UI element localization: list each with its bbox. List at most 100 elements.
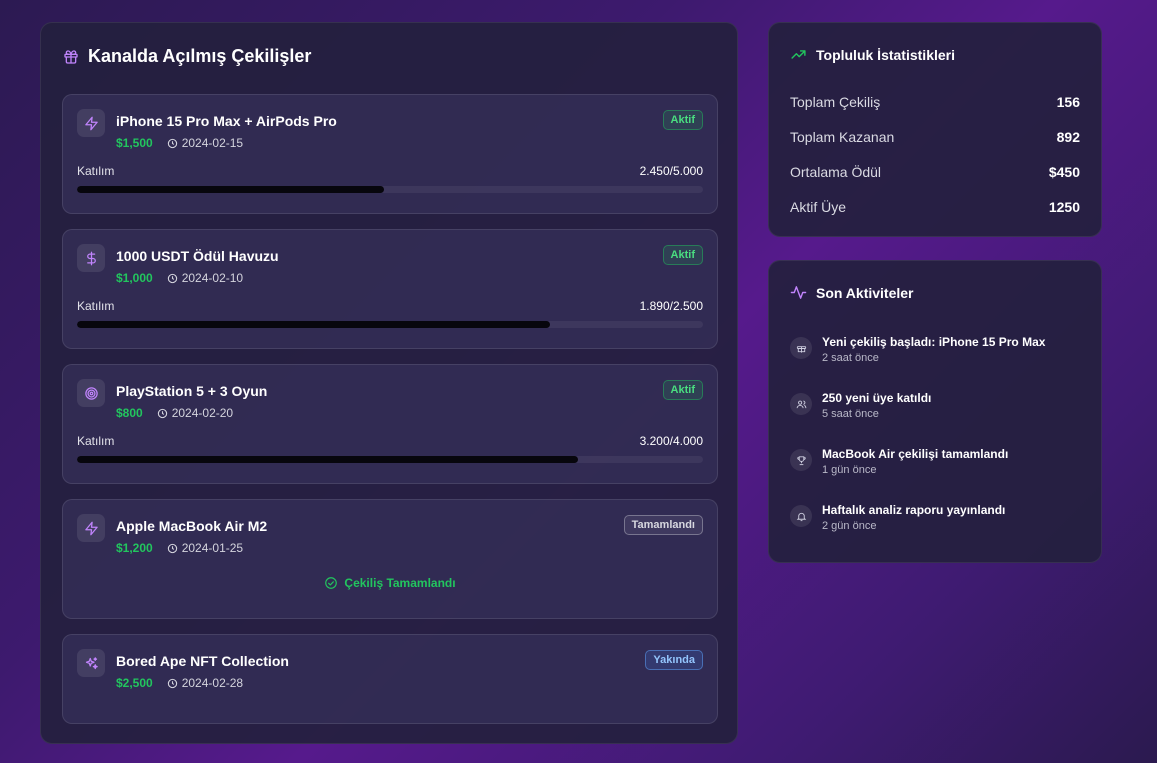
completed-indicator: Çekiliş Tamamlandı (63, 576, 717, 590)
activities-title: Son Aktiviteler (816, 284, 914, 301)
activity-item[interactable]: MacBook Air çekilişi tamamlandı 1 gün ön… (790, 447, 1080, 476)
giveaway-card[interactable]: 1000 USDT Ödül Havuzu $1,000 2024-02-10 … (62, 229, 718, 349)
participation-value: 3.200/4.000 (639, 434, 703, 448)
clock-icon (167, 543, 178, 554)
prize-value: $800 (116, 406, 143, 420)
stats-header: Topluluk İstatistikleri (790, 46, 955, 63)
zap-icon (77, 109, 105, 137)
giveaway-card[interactable]: Bored Ape NFT Collection $2,500 2024-02-… (62, 634, 718, 724)
zap-icon (77, 514, 105, 542)
trending-up-icon (790, 46, 807, 63)
stat-row: Aktif Üye 1250 (790, 199, 1080, 215)
date-text: 2024-02-10 (181, 271, 244, 285)
giveaway-card[interactable]: iPhone 15 Pro Max + AirPods Pro $1,500 2… (62, 94, 718, 214)
participation-value: 2.450/5.000 (639, 164, 703, 178)
stat-label: Aktif Üye (790, 199, 847, 215)
stats-title: Topluluk İstatistikleri (816, 46, 955, 63)
status-badge: Yakında (645, 650, 703, 670)
progress-fill (77, 321, 551, 328)
activity-time: 1 gün önce (822, 464, 877, 476)
giveaway-card[interactable]: Apple MacBook Air M2 $1,200 2024-01-25 T… (62, 499, 718, 619)
participation-label: Katılım (77, 434, 115, 448)
participation-label: Katılım (77, 299, 115, 313)
date-text: 2024-02-20 (171, 406, 234, 420)
sparkles-icon (77, 649, 105, 677)
date-text: 2024-01-25 (181, 541, 244, 555)
giveaway-date: 2024-02-10 (167, 271, 243, 285)
gift-icon (790, 337, 812, 359)
status-badge: Aktif (662, 245, 703, 265)
giveaway-meta: $800 2024-02-20 (116, 406, 233, 420)
giveaway-card[interactable]: PlayStation 5 + 3 Oyun $800 2024-02-20 A… (62, 364, 718, 484)
status-badge: Aktif (662, 380, 703, 400)
activity-text: MacBook Air çekilişi tamamlandı (822, 447, 1009, 461)
stat-row: Toplam Çekiliş 156 (790, 94, 1080, 110)
activity-text: 250 yeni üye katıldı (822, 391, 932, 405)
participation-label: Katılım (77, 164, 115, 178)
users-icon (790, 393, 812, 415)
gift-icon (63, 49, 79, 65)
stat-value: 892 (1056, 129, 1080, 145)
participation-value: 1.890/2.500 (639, 299, 703, 313)
activity-item[interactable]: Yeni çekiliş başladı: iPhone 15 Pro Max … (790, 335, 1080, 364)
community-stats-panel: Topluluk İstatistikleri Toplam Çekiliş 1… (768, 22, 1102, 237)
activity-item[interactable]: Haftalık analiz raporu yayınlandı 2 gün … (790, 503, 1080, 532)
giveaway-date: 2024-02-20 (157, 406, 233, 420)
giveaway-date: 2024-02-28 (167, 676, 243, 690)
giveaway-title: Bored Ape NFT Collection (116, 653, 289, 669)
stat-label: Ortalama Ödül (790, 164, 882, 180)
status-badge: Tamamlandı (623, 515, 703, 535)
check-circle-icon (324, 576, 338, 590)
progress-fill (77, 186, 384, 193)
clock-icon (167, 138, 178, 149)
stat-value: 156 (1056, 94, 1080, 110)
prize-value: $1,200 (116, 541, 153, 555)
activity-item[interactable]: 250 yeni üye katıldı 5 saat önce (790, 391, 1080, 420)
giveaway-meta: $1,500 2024-02-15 (116, 136, 243, 150)
clock-icon (167, 678, 178, 689)
stat-row: Ortalama Ödül $450 (790, 164, 1080, 180)
giveaways-header: Kanalda Açılmış Çekilişler (63, 46, 311, 67)
date-text: 2024-02-28 (181, 676, 244, 690)
giveaway-title: iPhone 15 Pro Max + AirPods Pro (116, 113, 337, 129)
clock-icon (167, 273, 178, 284)
progress-fill (77, 456, 578, 463)
bell-icon (790, 505, 812, 527)
activity-time: 5 saat önce (822, 408, 879, 420)
progress-bar (77, 456, 703, 463)
giveaways-title: Kanalda Açılmış Çekilişler (88, 46, 312, 66)
stat-label: Toplam Çekiliş (790, 94, 881, 110)
prize-value: $1,500 (116, 136, 153, 150)
status-badge: Aktif (662, 110, 703, 130)
activity-text: Yeni çekiliş başladı: iPhone 15 Pro Max (822, 335, 1046, 349)
stat-value: 1250 (1048, 199, 1080, 215)
activity-icon (790, 284, 807, 301)
giveaway-title: Apple MacBook Air M2 (116, 518, 268, 534)
prize-value: $2,500 (116, 676, 153, 690)
giveaway-title: 1000 USDT Ödül Havuzu (116, 248, 279, 264)
giveaway-meta: $2,500 2024-02-28 (116, 676, 243, 690)
stat-row: Toplam Kazanan 892 (790, 129, 1080, 145)
completed-text: Çekiliş Tamamlandı (344, 576, 456, 590)
date-text: 2024-02-15 (181, 136, 244, 150)
giveaways-panel: Kanalda Açılmış Çekilişler iPhone 15 Pro… (40, 22, 738, 744)
trophy-icon (790, 449, 812, 471)
giveaway-title: PlayStation 5 + 3 Oyun (116, 383, 268, 399)
dollar-icon (77, 244, 105, 272)
giveaway-date: 2024-02-15 (167, 136, 243, 150)
recent-activities-panel: Son Aktiviteler Yeni çekiliş başladı: iP… (768, 260, 1102, 563)
giveaway-meta: $1,200 2024-01-25 (116, 541, 243, 555)
progress-bar (77, 321, 703, 328)
prize-value: $1,000 (116, 271, 153, 285)
activities-header: Son Aktiviteler (790, 284, 914, 301)
clock-icon (157, 408, 168, 419)
activity-time: 2 saat önce (822, 352, 879, 364)
giveaway-meta: $1,000 2024-02-10 (116, 271, 243, 285)
progress-bar (77, 186, 703, 193)
stat-label: Toplam Kazanan (790, 129, 895, 145)
stat-value: $450 (1048, 164, 1080, 180)
giveaway-date: 2024-01-25 (167, 541, 243, 555)
target-icon (77, 379, 105, 407)
activity-text: Haftalık analiz raporu yayınlandı (822, 503, 1006, 517)
activity-time: 2 gün önce (822, 520, 877, 532)
